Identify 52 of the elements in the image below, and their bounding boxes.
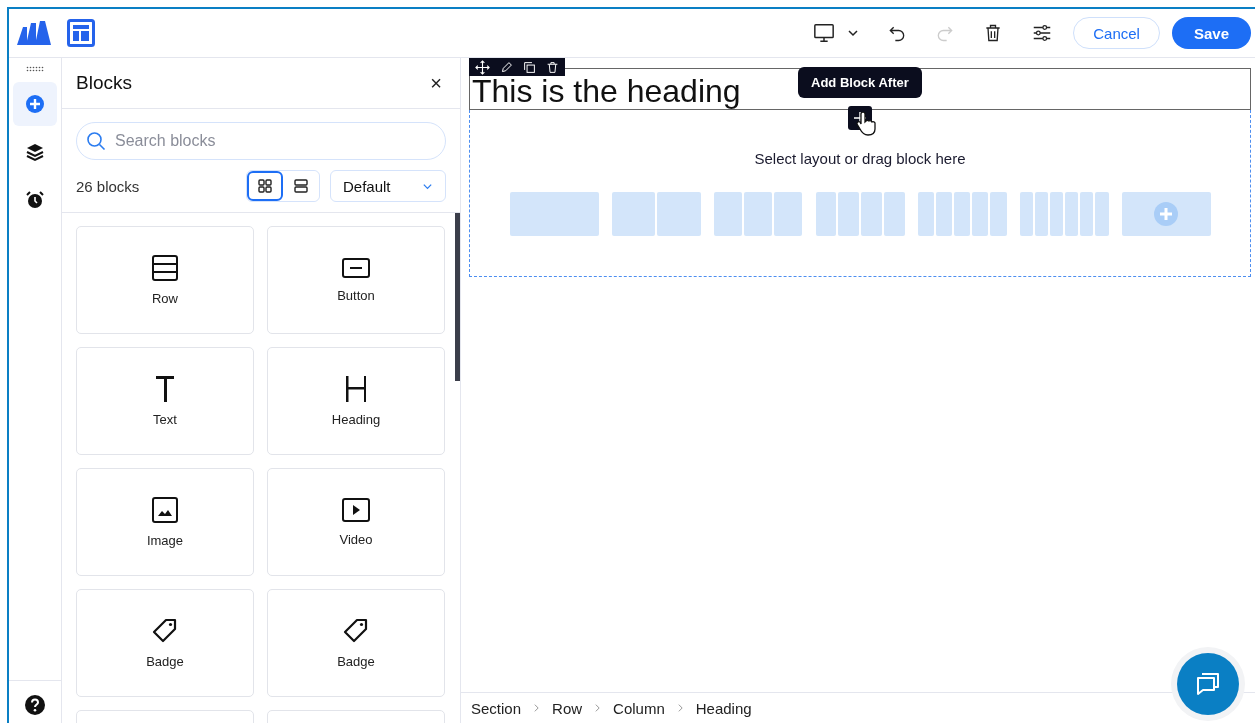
drag-handle-icon[interactable] (26, 66, 44, 72)
tag-icon (152, 617, 178, 644)
close-button[interactable]: × (426, 69, 446, 97)
move-icon[interactable] (475, 59, 490, 75)
breadcrumb-link[interactable]: Section (471, 699, 522, 717)
search-field[interactable]: Search blocks (76, 122, 446, 160)
block-card[interactable]: Heading (267, 347, 445, 455)
chevron-right-icon (676, 703, 684, 713)
trash-icon[interactable] (546, 60, 559, 74)
chevron-right-icon (533, 703, 541, 713)
save-button[interactable]: Save (1171, 17, 1251, 49)
alarm-clock-icon (25, 190, 45, 210)
scrollbar[interactable] (455, 213, 460, 381)
block-count: 26 blocks (76, 177, 141, 195)
block-card[interactable]: Badge (267, 589, 445, 697)
video-icon (342, 497, 370, 522)
layers-icon (25, 142, 45, 162)
grid-icon (258, 179, 272, 193)
chat-icon (1194, 670, 1222, 698)
copy-icon[interactable] (523, 60, 536, 74)
chevron-right-icon (594, 703, 602, 713)
add-icon (25, 94, 45, 114)
drop-hint: Select layout or drag block here (754, 150, 966, 167)
breadcrumb-link[interactable]: Row (552, 699, 583, 717)
list-icon (294, 179, 308, 193)
layout-icon[interactable] (67, 19, 95, 47)
block-card[interactable]: Badge (76, 589, 254, 697)
page-heading: This is the heading (472, 73, 741, 109)
plus-icon (1154, 202, 1178, 226)
sort-dropdown[interactable]: Default (330, 170, 446, 202)
help-icon[interactable] (25, 695, 45, 715)
panel-title: Blocks (76, 72, 132, 94)
desktop-icon[interactable] (813, 22, 836, 44)
block-card[interactable]: Row (76, 226, 254, 334)
grid-view-button[interactable] (247, 171, 283, 201)
edit-icon[interactable] (500, 60, 513, 74)
chevron-down-icon[interactable] (847, 27, 860, 39)
block-card[interactable]: Image (76, 468, 254, 576)
tooltip: Add Block After (798, 67, 922, 98)
button-icon (342, 257, 370, 278)
row-icon (152, 254, 178, 281)
tag-icon (343, 617, 369, 644)
logo-icon (17, 21, 51, 45)
search-icon (86, 131, 106, 151)
hand-cursor-icon (856, 112, 876, 136)
cancel-button[interactable]: Cancel (1073, 17, 1160, 49)
image-icon (152, 496, 178, 523)
block-card[interactable]: Video (267, 468, 445, 576)
block-card[interactable]: Text (76, 347, 254, 455)
block-card[interactable]: Button (267, 226, 445, 334)
breadcrumb-link[interactable]: Heading (695, 699, 752, 717)
breadcrumb-link[interactable]: Column (613, 699, 665, 717)
